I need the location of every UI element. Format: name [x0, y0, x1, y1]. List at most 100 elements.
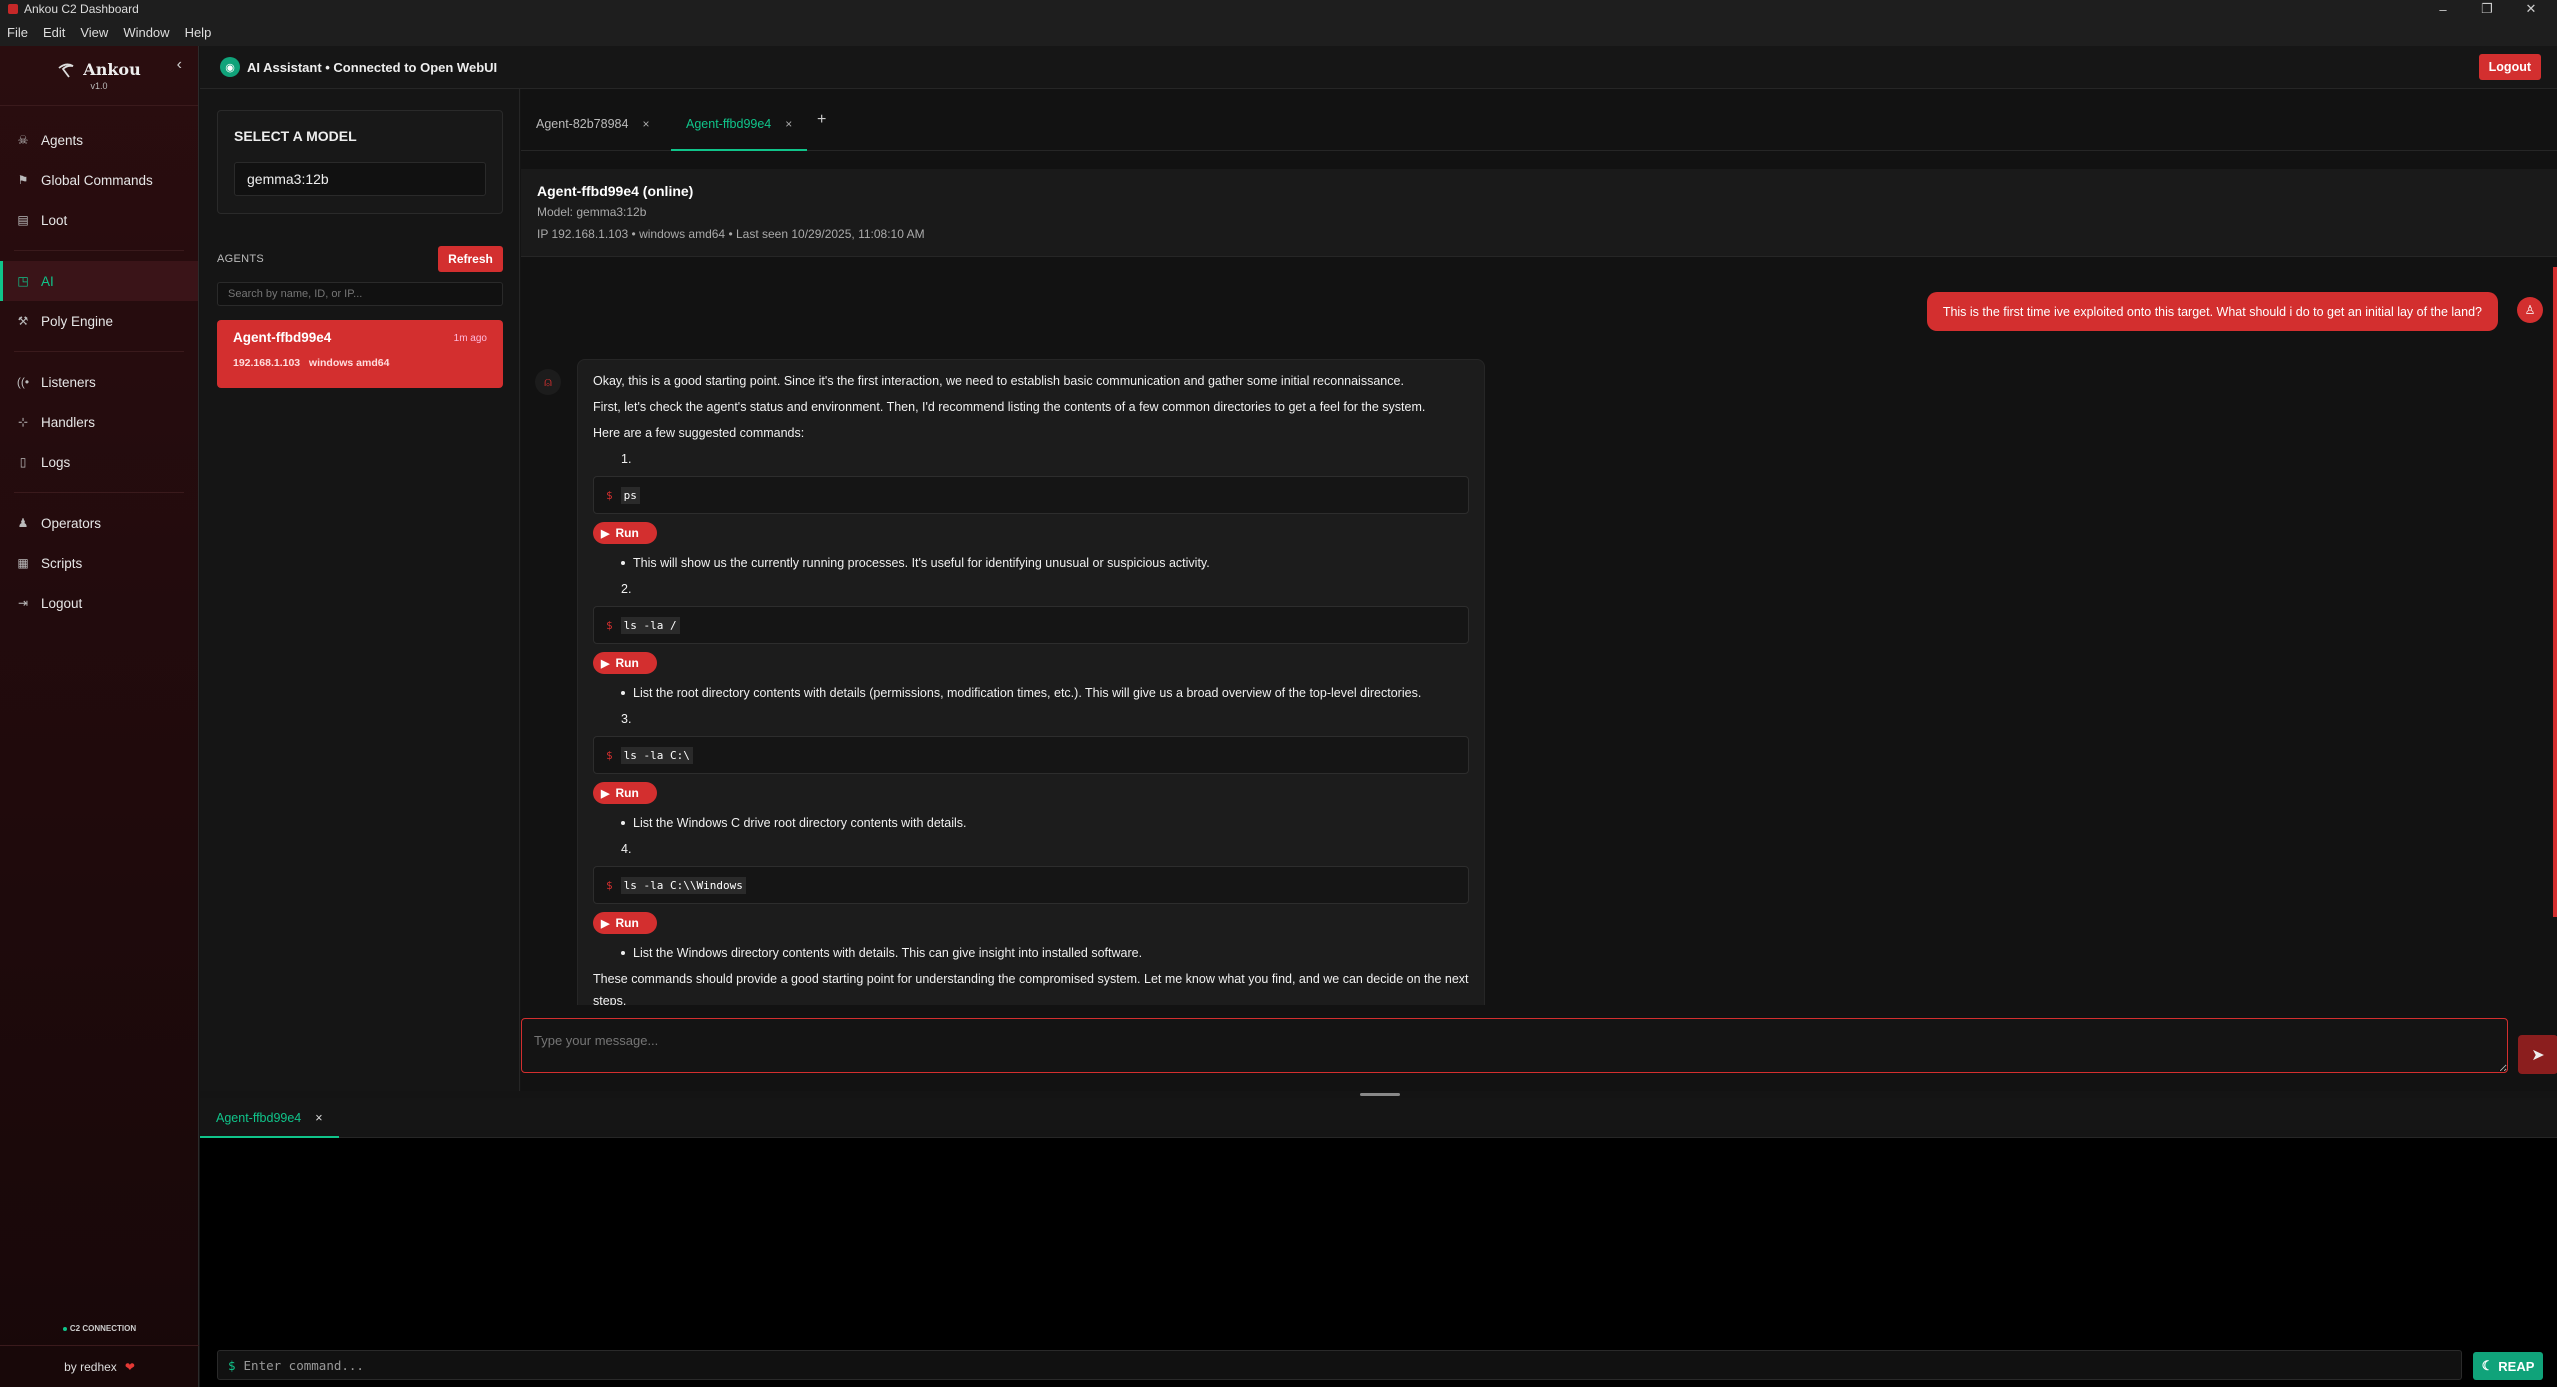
menu-window[interactable]: Window: [116, 25, 177, 40]
robot-icon: ◳: [17, 274, 29, 288]
sidebar-item-agents[interactable]: ☠ Agents: [0, 120, 198, 160]
sidebar-item-operators[interactable]: ♟ Operators: [0, 503, 198, 543]
play-icon: ▶: [601, 657, 610, 670]
agent-os: windows amd64: [308, 357, 390, 369]
ai-paragraph: Okay, this is a good starting point. Sin…: [593, 374, 1404, 388]
model-select[interactable]: gemma3:12b: [234, 162, 486, 196]
chat-panel: Agent-82b78984 × Agent-ffbd99e4 × + Agent-…: [521, 89, 2557, 1091]
nav-divider: [14, 492, 184, 493]
file-icon: ▯: [19, 455, 27, 469]
menu-view[interactable]: View: [73, 25, 116, 40]
reap-button[interactable]: ☾ REAP: [2473, 1352, 2543, 1380]
scythe-icon: [58, 63, 74, 78]
agents-heading: AGENTS: [217, 253, 265, 265]
ai-avatar-icon: ⍝: [535, 369, 561, 395]
command-text: ps: [620, 486, 640, 504]
nav-divider: [14, 250, 184, 251]
sidebar-item-handlers[interactable]: ⊹ Handlers: [0, 402, 198, 442]
message-list: This is the first time ive exploited ont…: [521, 257, 2557, 1005]
script-icon: ▦: [17, 556, 29, 570]
command-description: List the root directory contents with de…: [593, 682, 1469, 708]
command-description: This will show us the currently running …: [593, 552, 1469, 578]
code-block: $ ls -la /: [593, 606, 1469, 644]
sidebar-item-loot[interactable]: ▤ Loot: [0, 200, 198, 240]
agent-search-input[interactable]: [217, 282, 503, 306]
command-text: ls -la C:\\Windows: [620, 876, 746, 894]
skull-icon: ☠: [17, 133, 29, 147]
ai-paragraph: These commands should provide a good sta…: [593, 972, 1469, 1005]
network-icon: ⊹: [17, 415, 29, 429]
run-button[interactable]: ▶ Run: [593, 782, 657, 804]
topbar: ◉ AI Assistant • Connected to Open WebUI…: [200, 46, 2557, 89]
ai-paragraph: Here are a few suggested commands:: [593, 426, 805, 440]
menu-bar: File Edit View Window Help: [0, 18, 2557, 46]
command-text: ls -la C:\: [620, 746, 693, 764]
logout-button[interactable]: Logout: [2478, 54, 2541, 80]
menu-file[interactable]: File: [0, 25, 36, 40]
tab-terminal-agent[interactable]: Agent-ffbd99e4 ×: [200, 1098, 339, 1138]
sidebar-item-label: Agents: [41, 132, 84, 148]
sidebar-item-global-commands[interactable]: ⚑ Global Commands: [0, 160, 198, 200]
ai-message: Okay, this is a good starting point. Sin…: [577, 359, 1485, 1005]
user-avatar-icon: ♙: [2517, 297, 2543, 323]
sidebar-item-label: Logout: [41, 595, 83, 611]
sidebar-item-scripts[interactable]: ▦ Scripts: [0, 543, 198, 583]
add-tab-icon[interactable]: +: [817, 111, 826, 129]
command-text: ls -la /: [620, 616, 680, 634]
sidebar-item-label: Global Commands: [41, 172, 153, 188]
command-description: List the Windows directory contents with…: [593, 942, 1469, 968]
ai-paragraph: First, let's check the agent's status an…: [593, 400, 1426, 414]
nav-divider: [14, 351, 184, 352]
menu-help[interactable]: Help: [178, 25, 220, 40]
collapse-sidebar-icon[interactable]: ‹: [177, 56, 182, 74]
brand-name: Ankou: [83, 60, 141, 79]
tab-agent-82b78984[interactable]: Agent-82b78984 ×: [536, 111, 649, 137]
agent-header-info: IP 192.168.1.103 • windows amd64 • Last …: [537, 227, 925, 241]
minimize-icon[interactable]: –: [2421, 0, 2465, 18]
sidebar-item-logout[interactable]: ⇥ Logout: [0, 583, 198, 623]
close-tab-icon[interactable]: ×: [785, 117, 792, 131]
tab-agent-ffbd99e4[interactable]: Agent-ffbd99e4 ×: [670, 111, 808, 151]
scrollbar[interactable]: [2553, 267, 2557, 917]
agent-last-seen: 1m ago: [453, 333, 487, 344]
sidebar-item-label: Loot: [41, 212, 68, 228]
refresh-button[interactable]: Refresh: [438, 246, 503, 272]
close-tab-icon[interactable]: ×: [642, 117, 649, 131]
menu-edit[interactable]: Edit: [36, 25, 73, 40]
brand: Ankou v1.0 ‹: [0, 46, 198, 106]
sidebar-item-label: AI: [41, 273, 54, 289]
chat-tabs: Agent-82b78984 × Agent-ffbd99e4 × +: [521, 89, 2557, 151]
run-button[interactable]: ▶ Run: [593, 652, 657, 674]
prompt-symbol: $: [606, 748, 613, 762]
logout-icon: ⇥: [17, 596, 29, 610]
terminal-panel: Agent-ffbd99e4 × $ Enter command... ☾ REAP: [200, 1098, 2557, 1387]
message-input[interactable]: [521, 1018, 2508, 1073]
ai-assistant-icon: ◉: [220, 57, 240, 77]
command-input[interactable]: $ Enter command...: [217, 1350, 2462, 1380]
run-button[interactable]: ▶ Run: [593, 522, 657, 544]
send-button[interactable]: ➤: [2518, 1035, 2557, 1074]
agent-list-item[interactable]: Agent-ffbd99e4 1m ago 192.168.1.103 wind…: [217, 320, 503, 388]
sidebar-item-label: Listeners: [41, 374, 96, 390]
list-number: 2.: [621, 582, 632, 596]
model-heading: SELECT A MODEL: [234, 128, 357, 144]
agent-ip: 192.168.1.103: [233, 357, 301, 369]
agent-header-model: Model: gemma3:12b: [537, 205, 647, 219]
brand-logo: Ankou: [57, 60, 141, 79]
prompt-symbol: $: [606, 878, 613, 892]
sidebar-item-ai[interactable]: ◳ AI: [0, 261, 198, 301]
run-button[interactable]: ▶ Run: [593, 912, 657, 934]
play-icon: ▶: [601, 917, 610, 930]
user-icon: ♟: [17, 516, 29, 530]
play-icon: ▶: [601, 527, 610, 540]
sidebar-item-poly-engine[interactable]: ⚒ Poly Engine: [0, 301, 198, 341]
play-icon: ▶: [601, 787, 610, 800]
resize-handle[interactable]: [1360, 1093, 1400, 1096]
close-window-icon[interactable]: ✕: [2509, 0, 2553, 18]
restore-icon[interactable]: ❐: [2465, 0, 2509, 18]
sidebar-item-logs[interactable]: ▯ Logs: [0, 442, 198, 482]
sidebar-item-label: Scripts: [41, 555, 83, 571]
close-tab-icon[interactable]: ×: [315, 1111, 322, 1125]
sidebar-item-label: Operators: [41, 515, 102, 531]
sidebar-item-listeners[interactable]: ((• Listeners: [0, 362, 198, 402]
